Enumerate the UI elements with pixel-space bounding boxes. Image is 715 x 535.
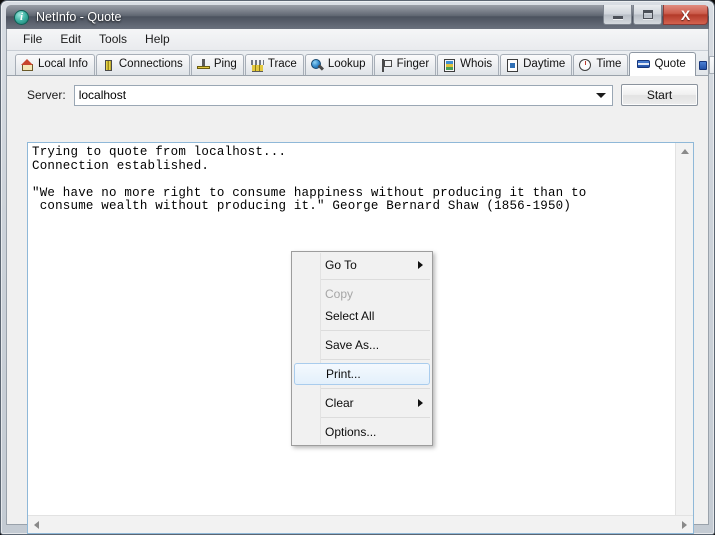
context-menu-item-print[interactable]: Print... [294, 363, 430, 385]
context-menu-separator [321, 388, 430, 389]
maximize-button[interactable] [633, 5, 662, 25]
clock-icon [579, 59, 592, 72]
triangle-up-icon [681, 149, 689, 154]
tab-connections[interactable]: Connections [96, 54, 190, 75]
scroll-right-button[interactable] [676, 516, 693, 533]
tab-label: Connections [119, 59, 183, 71]
book-icon-partial [699, 61, 707, 70]
finger-flag-icon [380, 59, 393, 72]
info-circle-icon: i [14, 10, 29, 25]
context-menu-label: Copy [325, 287, 353, 301]
chevron-down-icon[interactable] [596, 93, 606, 98]
context-menu: Go To Copy Select All Save As... Print..… [291, 251, 433, 446]
minimize-button[interactable] [603, 5, 632, 25]
context-menu-item-clear[interactable]: Clear [292, 392, 432, 414]
tab-label: Local Info [38, 59, 88, 71]
scroll-up-button[interactable] [676, 143, 693, 160]
console-output-text: Trying to quote from localhost... Connec… [32, 146, 674, 214]
tab-strip: Local Info Connections Ping Trace Lookup [7, 51, 708, 76]
context-menu-item-copy: Copy [292, 283, 432, 305]
context-menu-label: Select All [325, 309, 374, 323]
context-menu-item-go-to[interactable]: Go To [292, 254, 432, 276]
triangle-left-icon [34, 521, 39, 529]
server-input[interactable]: localhost [79, 88, 126, 102]
context-menu-separator [321, 417, 430, 418]
server-row: Server: localhost Start [7, 76, 708, 113]
title-bar[interactable]: i NetInfo - Quote X [6, 5, 709, 29]
context-menu-separator [321, 330, 430, 331]
tab-ping[interactable]: Ping [191, 54, 244, 75]
window-title: NetInfo - Quote [36, 10, 121, 24]
application-window: i NetInfo - Quote X File Edit Tools Help [0, 0, 715, 535]
tab-nav [699, 56, 715, 74]
menu-tools[interactable]: Tools [90, 30, 136, 49]
tab-label: Time [596, 59, 621, 71]
submenu-arrow-icon [418, 399, 423, 407]
vertical-scrollbar[interactable] [675, 143, 693, 516]
tab-local-info[interactable]: Local Info [15, 54, 95, 75]
tab-time[interactable]: Time [573, 54, 628, 75]
daytime-icon [506, 59, 519, 72]
context-menu-item-select-all[interactable]: Select All [292, 305, 432, 327]
horizontal-scrollbar[interactable] [28, 515, 693, 533]
tab-label: Ping [214, 59, 237, 71]
whois-book-icon [443, 59, 456, 72]
context-menu-separator [321, 279, 430, 280]
house-icon [21, 59, 34, 72]
context-menu-label: Save As... [325, 338, 379, 352]
start-button[interactable]: Start [621, 84, 698, 106]
server-combobox[interactable]: localhost [74, 85, 613, 106]
menu-file[interactable]: File [14, 30, 51, 49]
menu-bar: File Edit Tools Help [7, 29, 708, 51]
ping-icon [197, 59, 210, 72]
tab-label: Finger [397, 59, 430, 71]
lookup-globe-icon [311, 59, 324, 72]
tab-label: Lookup [328, 59, 366, 71]
tab-label: Quote [654, 59, 685, 71]
tab-label: Trace [268, 59, 297, 71]
context-menu-label: Print... [326, 367, 361, 381]
client-area: File Edit Tools Help Local Info Connecti… [6, 29, 709, 525]
submenu-arrow-icon [418, 261, 423, 269]
menu-help[interactable]: Help [136, 30, 179, 49]
context-menu-separator [321, 359, 430, 360]
tab-quote[interactable]: Quote [629, 52, 695, 76]
book-icon [637, 58, 650, 71]
tab-whois[interactable]: Whois [437, 54, 499, 75]
scroll-tabs-left-button[interactable] [709, 56, 715, 74]
minimize-icon [613, 16, 623, 19]
server-label: Server: [27, 88, 66, 102]
window-controls: X [602, 5, 708, 25]
tab-lookup[interactable]: Lookup [305, 54, 373, 75]
context-menu-label: Go To [325, 258, 357, 272]
tab-daytime[interactable]: Daytime [500, 54, 572, 75]
tab-label: Daytime [523, 59, 565, 71]
triangle-right-icon [682, 521, 687, 529]
context-menu-item-save-as[interactable]: Save As... [292, 334, 432, 356]
context-menu-label: Options... [325, 425, 376, 439]
context-menu-item-options[interactable]: Options... [292, 421, 432, 443]
scroll-left-button[interactable] [28, 516, 45, 533]
close-icon: X [681, 8, 690, 22]
trace-icon [251, 59, 264, 72]
maximize-icon [643, 10, 653, 19]
connections-icon [102, 59, 115, 72]
close-button[interactable]: X [663, 5, 708, 25]
tab-label: Whois [460, 59, 492, 71]
tab-finger[interactable]: Finger [374, 54, 437, 75]
tab-trace[interactable]: Trace [245, 54, 304, 75]
context-menu-label: Clear [325, 396, 354, 410]
menu-edit[interactable]: Edit [51, 30, 90, 49]
